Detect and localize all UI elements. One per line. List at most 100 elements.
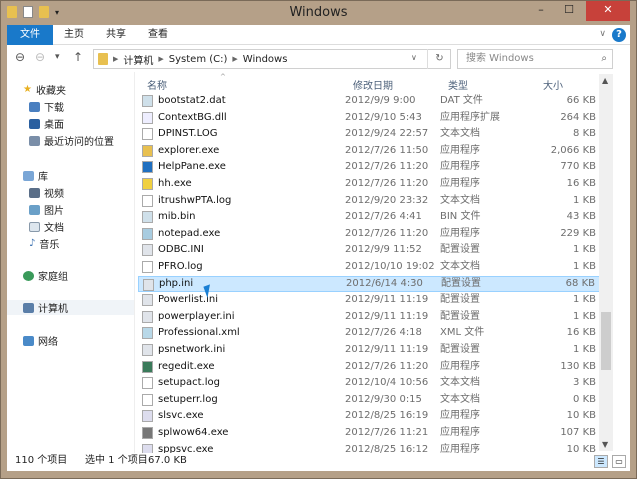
documents-icon	[29, 221, 40, 232]
sidebar-libraries[interactable]: 库	[23, 168, 48, 183]
file-date: 2012/9/10 5:43	[345, 111, 422, 123]
file-row[interactable]: setuperr.log 2012/9/30 0:15 文本文档 0 KB	[138, 392, 602, 408]
sidebar-favorites[interactable]: ★ 收藏夹	[23, 82, 66, 97]
forward-button[interactable]: ⊖	[35, 50, 45, 64]
file-row[interactable]: mib.bin 2012/7/26 4:41 BIN 文件 43 KB	[138, 209, 602, 225]
file-row[interactable]: powerplayer.ini 2012/9/11 11:19 配置设置 1 KB	[138, 309, 602, 325]
maximize-button[interactable]: ☐	[556, 1, 582, 21]
item-count: 110 个项目	[15, 455, 68, 466]
sidebar-homegroup[interactable]: 家庭组	[23, 268, 68, 283]
vertical-scrollbar[interactable]: ▲ ▼	[599, 74, 613, 451]
help-icon[interactable]: ?	[612, 28, 626, 42]
content-area: ★ 收藏夹 下载 桌面 最近访问的位置 库 视频 图片 文档 ♪ 音乐 家庭组 计算…	[7, 72, 630, 456]
file-row[interactable]: ODBC.INI 2012/9/9 11:52 配置设置 1 KB	[138, 242, 602, 258]
scrollbar-thumb[interactable]	[601, 312, 611, 370]
file-date: 2012/9/11 11:19	[345, 310, 429, 322]
file-row[interactable]: psnetwork.ini 2012/9/11 11:19 配置设置 1 KB	[138, 342, 602, 358]
file-name: hh.exe	[158, 178, 192, 189]
file-row[interactable]: HelpPane.exe 2012/7/26 11:20 应用程序 770 KB	[138, 159, 602, 175]
downloads-icon	[29, 101, 40, 112]
file-type: 配置设置	[440, 344, 480, 355]
address-dropdown-icon[interactable]: ∨	[411, 53, 417, 62]
file-date: 2012/9/9 9:00	[345, 95, 416, 106]
recent-locations-button[interactable]: ▾	[55, 52, 60, 62]
column-date[interactable]: 修改日期	[353, 77, 393, 92]
file-row[interactable]: bootstat2.dat 2012/9/9 9:00 DAT 文件 66 KB	[138, 93, 602, 109]
back-button[interactable]: ⊖	[15, 50, 25, 64]
sidebar-item-videos[interactable]: 视频	[29, 185, 64, 200]
file-row[interactable]: ContextBG.dll 2012/9/10 5:43 应用程序扩展 264 KB	[138, 110, 602, 126]
desktop-icon	[29, 118, 40, 129]
file-row[interactable]: hh.exe 2012/7/26 11:20 应用程序 16 KB	[138, 176, 602, 192]
tab-home[interactable]: 主页	[53, 25, 95, 45]
file-name: ContextBG.dll	[158, 111, 227, 123]
file-size: 229 KB	[560, 227, 596, 239]
file-name: slsvc.exe	[158, 410, 204, 422]
refresh-button[interactable]: ↻	[427, 49, 451, 69]
minimize-button[interactable]: –	[528, 1, 554, 21]
file-date: 2012/7/26 11:20	[345, 227, 429, 239]
close-button[interactable]: ✕	[586, 1, 630, 21]
tab-file[interactable]: 文件	[7, 24, 53, 45]
file-row[interactable]: splwow64.exe 2012/7/26 11:21 应用程序 107 KB	[138, 425, 602, 441]
address-bar[interactable]: ▶ 计算机 ▶ System (C:) ▶ Windows	[93, 49, 451, 69]
file-row[interactable]: Professional.xml 2012/7/26 4:18 XML 文件 16 K…	[138, 325, 602, 341]
breadcrumb-windows[interactable]: Windows	[243, 54, 288, 65]
search-icon[interactable]: ⌕	[601, 50, 607, 68]
scroll-up-arrow-icon[interactable]: ▲	[602, 76, 608, 85]
file-size: 3 KB	[573, 377, 596, 389]
details-view-button[interactable]: ☰	[594, 455, 608, 468]
file-date: 2012/7/26 4:41	[345, 211, 422, 223]
sidebar-item-recent[interactable]: 最近访问的位置	[29, 133, 114, 148]
column-type[interactable]: 类型	[448, 77, 468, 92]
file-row[interactable]: PFRO.log 2012/10/10 19:02 文本文档 1 KB	[138, 259, 602, 275]
scroll-down-arrow-icon[interactable]: ▼	[602, 440, 608, 449]
sidebar-item-downloads[interactable]: 下载	[29, 99, 64, 114]
file-type: 文本文档	[440, 194, 480, 206]
file-type: 应用程序	[440, 360, 480, 372]
sidebar-item-music[interactable]: ♪ 音乐	[29, 236, 59, 251]
file-name: PFRO.log	[158, 261, 203, 272]
dll-icon	[142, 111, 153, 124]
tab-share[interactable]: 共享	[95, 25, 137, 45]
breadcrumb-system-c[interactable]: System (C:)	[169, 54, 228, 65]
file-row[interactable]: slsvc.exe 2012/8/25 16:19 应用程序 10 KB	[138, 408, 602, 424]
file-date: 2012/9/9 11:52	[345, 244, 422, 256]
sidebar-item-documents[interactable]: 文档	[29, 219, 64, 234]
file-size: 1 KB	[573, 294, 596, 306]
sidebar-item-pictures[interactable]: 图片	[29, 202, 64, 217]
up-button[interactable]: ↑	[73, 50, 83, 64]
file-row[interactable]: DPINST.LOG 2012/9/24 22:57 文本文档 8 KB	[138, 126, 602, 142]
file-name: notepad.exe	[158, 227, 221, 239]
ribbon-tabs: 文件 主页 共享 查看 ∨ ?	[7, 24, 630, 45]
file-row[interactable]: regedit.exe 2012/7/26 11:20 应用程序 130 KB	[138, 359, 602, 375]
breadcrumb-computer[interactable]: 计算机	[123, 52, 153, 67]
column-name[interactable]: 名称	[147, 77, 167, 92]
expand-ribbon-icon[interactable]: ∨	[599, 29, 606, 39]
notepad-icon	[142, 227, 153, 240]
ini-icon	[142, 244, 153, 257]
file-row[interactable]: itrushwPTA.log 2012/9/20 23:32 文本文档 1 KB	[138, 193, 602, 209]
recent-places-icon	[29, 135, 40, 146]
file-type: 应用程序	[440, 144, 480, 156]
network-icon	[23, 335, 34, 346]
file-size: 770 KB	[560, 161, 596, 173]
file-size: 16 KB	[566, 178, 596, 189]
file-size: 1 KB	[573, 244, 596, 256]
file-row[interactable]: setupact.log 2012/10/4 10:56 文本文档 3 KB	[138, 375, 602, 391]
status-bar: 110 个项目 选中 1 个项目 67.0 KB ☰ ▭	[7, 453, 630, 471]
sidebar-item-desktop[interactable]: 桌面	[29, 116, 64, 131]
file-row[interactable]: explorer.exe 2012/7/26 11:50 应用程序 2,066 KB	[138, 143, 602, 159]
tab-view[interactable]: 查看	[137, 25, 179, 45]
file-date: 2012/9/20 23:32	[345, 194, 429, 206]
sidebar-computer[interactable]: 计算机	[7, 300, 134, 315]
library-icon	[23, 170, 34, 181]
column-size[interactable]: 大小	[543, 77, 563, 92]
sidebar-network[interactable]: 网络	[23, 333, 58, 348]
large-icons-view-button[interactable]: ▭	[612, 455, 626, 468]
file-row[interactable]: notepad.exe 2012/7/26 11:20 应用程序 229 KB	[138, 226, 602, 242]
file-name: DPINST.LOG	[158, 128, 218, 140]
search-input[interactable]: 搜索 Windows ⌕	[457, 49, 613, 69]
ini-icon	[142, 294, 153, 307]
file-type: 应用程序	[440, 427, 480, 438]
